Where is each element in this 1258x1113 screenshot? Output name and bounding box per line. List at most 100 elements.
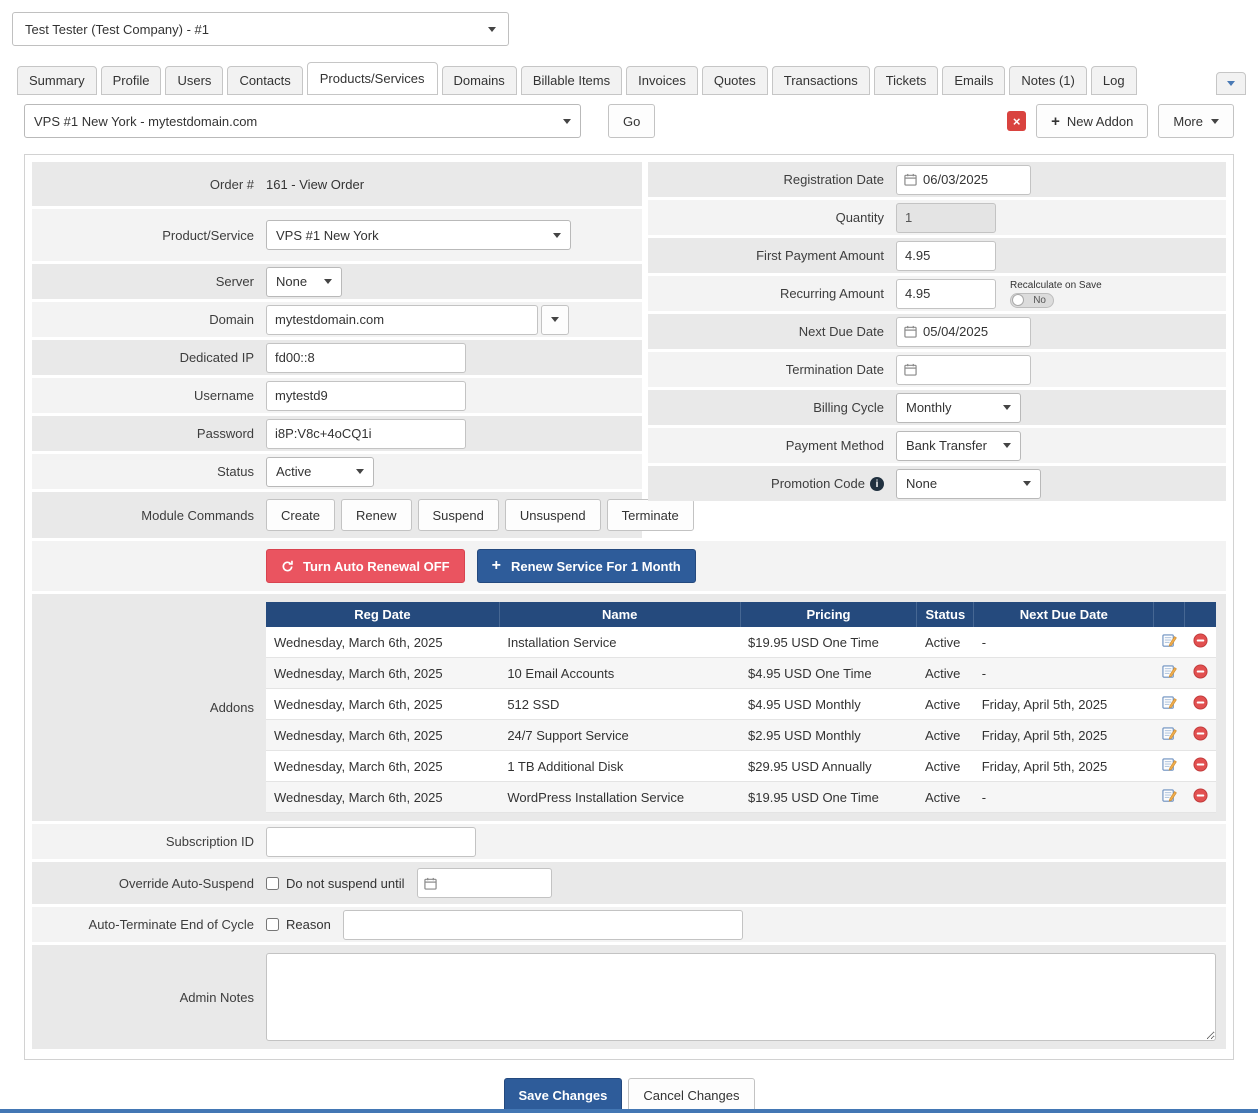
do-not-suspend-checkbox[interactable] <box>266 877 279 890</box>
save-changes-button[interactable]: Save Changes <box>504 1078 623 1112</box>
order-value-link[interactable]: 161 - View Order <box>266 177 364 192</box>
remove-addon-icon[interactable] <box>1193 757 1208 772</box>
termination-date-input[interactable] <box>923 357 1030 383</box>
renew-service-button[interactable]: Renew Service For 1 Month <box>477 549 696 583</box>
renew-button[interactable]: Renew <box>341 499 411 531</box>
promotion-code-label: Promotion Code <box>648 476 896 492</box>
more-button[interactable]: More <box>1158 104 1234 138</box>
addon-name: Installation Service <box>499 627 740 658</box>
tab-log[interactable]: Log <box>1091 66 1137 95</box>
client-selector[interactable]: Test Tester (Test Company) - #1 <box>12 12 509 46</box>
addons-label: Addons <box>32 700 266 715</box>
recurring-amount-input[interactable] <box>896 279 996 309</box>
go-button[interactable]: Go <box>608 104 655 138</box>
manage-addon-icon[interactable] <box>1162 726 1177 741</box>
manage-addon-icon[interactable] <box>1162 757 1177 772</box>
tab-products-services[interactable]: Products/Services <box>307 62 438 95</box>
next-due-date-row: Next Due Date <box>648 314 1226 349</box>
info-icon[interactable] <box>870 477 884 491</box>
domain-dropdown-button[interactable] <box>541 305 569 335</box>
new-addon-label: New Addon <box>1067 114 1134 129</box>
registration-date-field[interactable] <box>896 165 1031 195</box>
tab-transactions[interactable]: Transactions <box>772 66 870 95</box>
password-input[interactable] <box>266 419 466 449</box>
suspend-button[interactable]: Suspend <box>418 499 499 531</box>
promotion-code-select[interactable]: None <box>896 469 1041 499</box>
addon-pricing: $4.95 USD One Time <box>740 658 917 689</box>
dedicated-ip-input[interactable] <box>266 343 466 373</box>
remove-addon-icon[interactable] <box>1193 695 1208 710</box>
username-row: Username <box>32 378 642 413</box>
calendar-icon <box>897 173 923 186</box>
remove-addon-icon[interactable] <box>1193 633 1208 648</box>
turn-auto-renewal-off-button[interactable]: Turn Auto Renewal OFF <box>266 549 465 583</box>
tab-contacts[interactable]: Contacts <box>227 66 302 95</box>
subscription-id-input[interactable] <box>266 827 476 857</box>
promotion-code-row: Promotion Code None <box>648 466 1226 501</box>
dedicated-ip-label: Dedicated IP <box>32 350 266 365</box>
manage-addon-icon[interactable] <box>1162 788 1177 803</box>
payment-method-select[interactable]: Bank Transfer <box>896 431 1021 461</box>
registration-date-input[interactable] <box>923 167 1030 193</box>
reason-input[interactable] <box>343 910 743 940</box>
manage-addon-icon[interactable] <box>1162 664 1177 679</box>
addon-next-due: Friday, April 5th, 2025 <box>974 751 1154 782</box>
remove-addon-icon[interactable] <box>1193 788 1208 803</box>
username-input[interactable] <box>266 381 466 411</box>
delete-service-icon[interactable] <box>1007 111 1026 131</box>
addon-status: Active <box>917 627 974 658</box>
tab-users[interactable]: Users <box>165 66 223 95</box>
password-label: Password <box>32 426 266 441</box>
recalculate-label: Recalculate on Save <box>1010 280 1102 291</box>
tab-summary[interactable]: Summary <box>17 66 97 95</box>
billing-cycle-select[interactable]: Monthly <box>896 393 1021 423</box>
subscription-id-label: Subscription ID <box>32 834 266 849</box>
remove-addon-icon[interactable] <box>1193 726 1208 741</box>
service-selector[interactable]: VPS #1 New York - mytestdomain.com <box>24 104 581 138</box>
tab-tickets[interactable]: Tickets <box>874 66 939 95</box>
tab-billable-items[interactable]: Billable Items <box>521 66 622 95</box>
server-value: None <box>276 274 307 289</box>
next-due-date-input[interactable] <box>923 319 1030 345</box>
bottom-accent-bar <box>0 1109 1258 1113</box>
addon-row: Wednesday, March 6th, 2025 512 SSD $4.95… <box>266 689 1216 720</box>
tab-quotes[interactable]: Quotes <box>702 66 768 95</box>
first-payment-input[interactable] <box>896 241 996 271</box>
payment-method-value: Bank Transfer <box>906 438 987 453</box>
remove-addon-icon[interactable] <box>1193 664 1208 679</box>
do-not-suspend-label: Do not suspend until <box>286 876 405 891</box>
create-button[interactable]: Create <box>266 499 335 531</box>
chevron-down-icon <box>1023 481 1031 486</box>
tab-invoices[interactable]: Invoices <box>626 66 698 95</box>
addon-status: Active <box>917 720 974 751</box>
client-selector-value: Test Tester (Test Company) - #1 <box>25 22 209 37</box>
server-select[interactable]: None <box>266 267 342 297</box>
termination-date-field[interactable] <box>896 355 1031 385</box>
suspend-until-date-input[interactable] <box>444 870 551 896</box>
admin-notes-textarea[interactable] <box>266 953 1216 1041</box>
domain-input[interactable] <box>266 305 538 335</box>
suspend-until-date-field[interactable] <box>417 868 552 898</box>
tab-profile[interactable]: Profile <box>101 66 162 95</box>
auto-terminate-checkbox[interactable] <box>266 918 279 931</box>
manage-addon-icon[interactable] <box>1162 633 1177 648</box>
tab-domains[interactable]: Domains <box>442 66 517 95</box>
new-addon-button[interactable]: New Addon <box>1036 104 1148 138</box>
product-service-row: Product/Service VPS #1 New York <box>32 209 642 261</box>
addons-header-manage <box>1154 602 1185 627</box>
tab-emails[interactable]: Emails <box>942 66 1005 95</box>
service-toolbar: VPS #1 New York - mytestdomain.com Go Ne… <box>24 104 1234 138</box>
cancel-changes-button[interactable]: Cancel Changes <box>628 1078 754 1112</box>
next-due-date-field[interactable] <box>896 317 1031 347</box>
server-label: Server <box>32 274 266 289</box>
product-service-select[interactable]: VPS #1 New York <box>266 220 571 250</box>
tab-overflow-button[interactable] <box>1216 72 1246 95</box>
addon-name: 1 TB Additional Disk <box>499 751 740 782</box>
tab-notes[interactable]: Notes (1) <box>1009 66 1086 95</box>
manage-addon-icon[interactable] <box>1162 695 1177 710</box>
status-select[interactable]: Active <box>266 457 374 487</box>
chevron-down-icon <box>1211 119 1219 124</box>
chevron-down-icon <box>324 279 332 284</box>
unsuspend-button[interactable]: Unsuspend <box>505 499 601 531</box>
recalculate-toggle[interactable]: No <box>1010 293 1054 308</box>
